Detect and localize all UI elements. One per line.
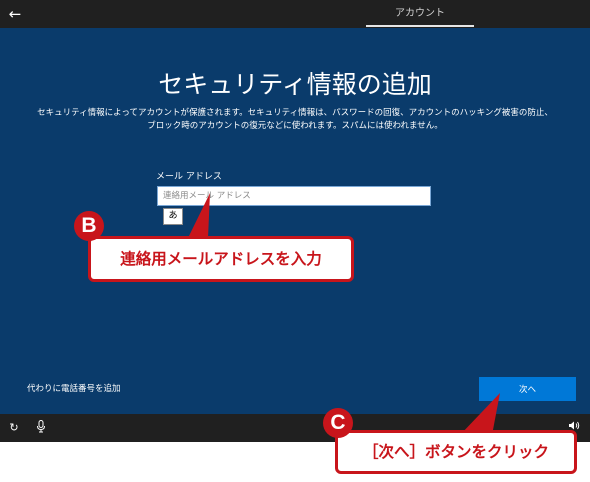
- annotation-b-badge: B: [74, 211, 104, 241]
- annotation-c-badge: C: [323, 408, 353, 438]
- annotation-c-callout: ［次へ］ボタンをクリック: [335, 430, 577, 474]
- callout-c-pointer: [460, 393, 500, 435]
- annotation-b-callout: 連絡用メールアドレスを入力: [88, 236, 354, 282]
- callout-b-pointer: [188, 193, 210, 238]
